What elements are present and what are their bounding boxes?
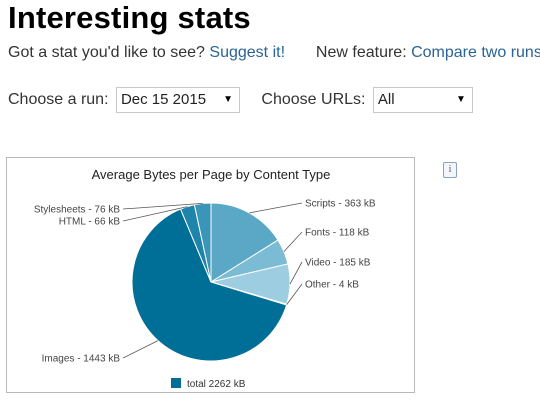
legend-total: total 2262 kB (187, 379, 246, 390)
slice-label-scripts: Scripts - 363 kB (305, 199, 376, 210)
controls-row: Choose a run: Dec 15 2015 ▼ Choose URLs:… (8, 87, 473, 113)
slice-label-stylesheets: Stylesheets - 76 kB (34, 205, 120, 216)
run-select[interactable]: Dec 15 2015 ▼ (115, 87, 240, 113)
slice-label-fonts: Fonts - 118 kB (305, 228, 370, 239)
urls-select-value: All (377, 91, 395, 108)
info-icon[interactable]: i (443, 162, 457, 178)
leader-line-video (289, 261, 303, 285)
run-select-value: Dec 15 2015 (120, 91, 207, 108)
legend-swatch (171, 378, 181, 388)
suggest-prompt: Got a stat you'd like to see? (8, 44, 205, 61)
suggest-link[interactable]: Suggest it! (209, 44, 285, 61)
header-links-row: Got a stat you'd like to see? Suggest it… (8, 44, 540, 62)
leader-line-fonts (283, 231, 303, 252)
urls-select[interactable]: All ▼ (372, 87, 473, 113)
page-title: Interesting stats (8, 0, 251, 35)
urls-label: Choose URLs: (261, 91, 366, 108)
leader-line-scripts (249, 202, 303, 214)
pie-chart-svg: Average Bytes per Page by Content Type S… (34, 167, 376, 390)
chevron-down-icon: ▼ (223, 94, 233, 105)
chart-title: Average Bytes per Page by Content Type (92, 167, 331, 182)
chevron-down-icon: ▼ (456, 94, 466, 105)
slice-label-other: Other - 4 kB (305, 280, 359, 291)
feature-prompt: New feature: (315, 44, 407, 61)
slice-label-video: Video - 185 kB (305, 258, 371, 269)
run-label: Choose a run: (8, 91, 109, 108)
slice-label-html: HTML - 66 kB (59, 217, 121, 228)
leader-line-images (122, 340, 159, 359)
slice-label-images: Images - 1443 kB (42, 354, 121, 365)
compare-runs-link[interactable]: Compare two runs (411, 44, 540, 61)
content-type-chart: Average Bytes per Page by Content Type S… (6, 157, 415, 393)
